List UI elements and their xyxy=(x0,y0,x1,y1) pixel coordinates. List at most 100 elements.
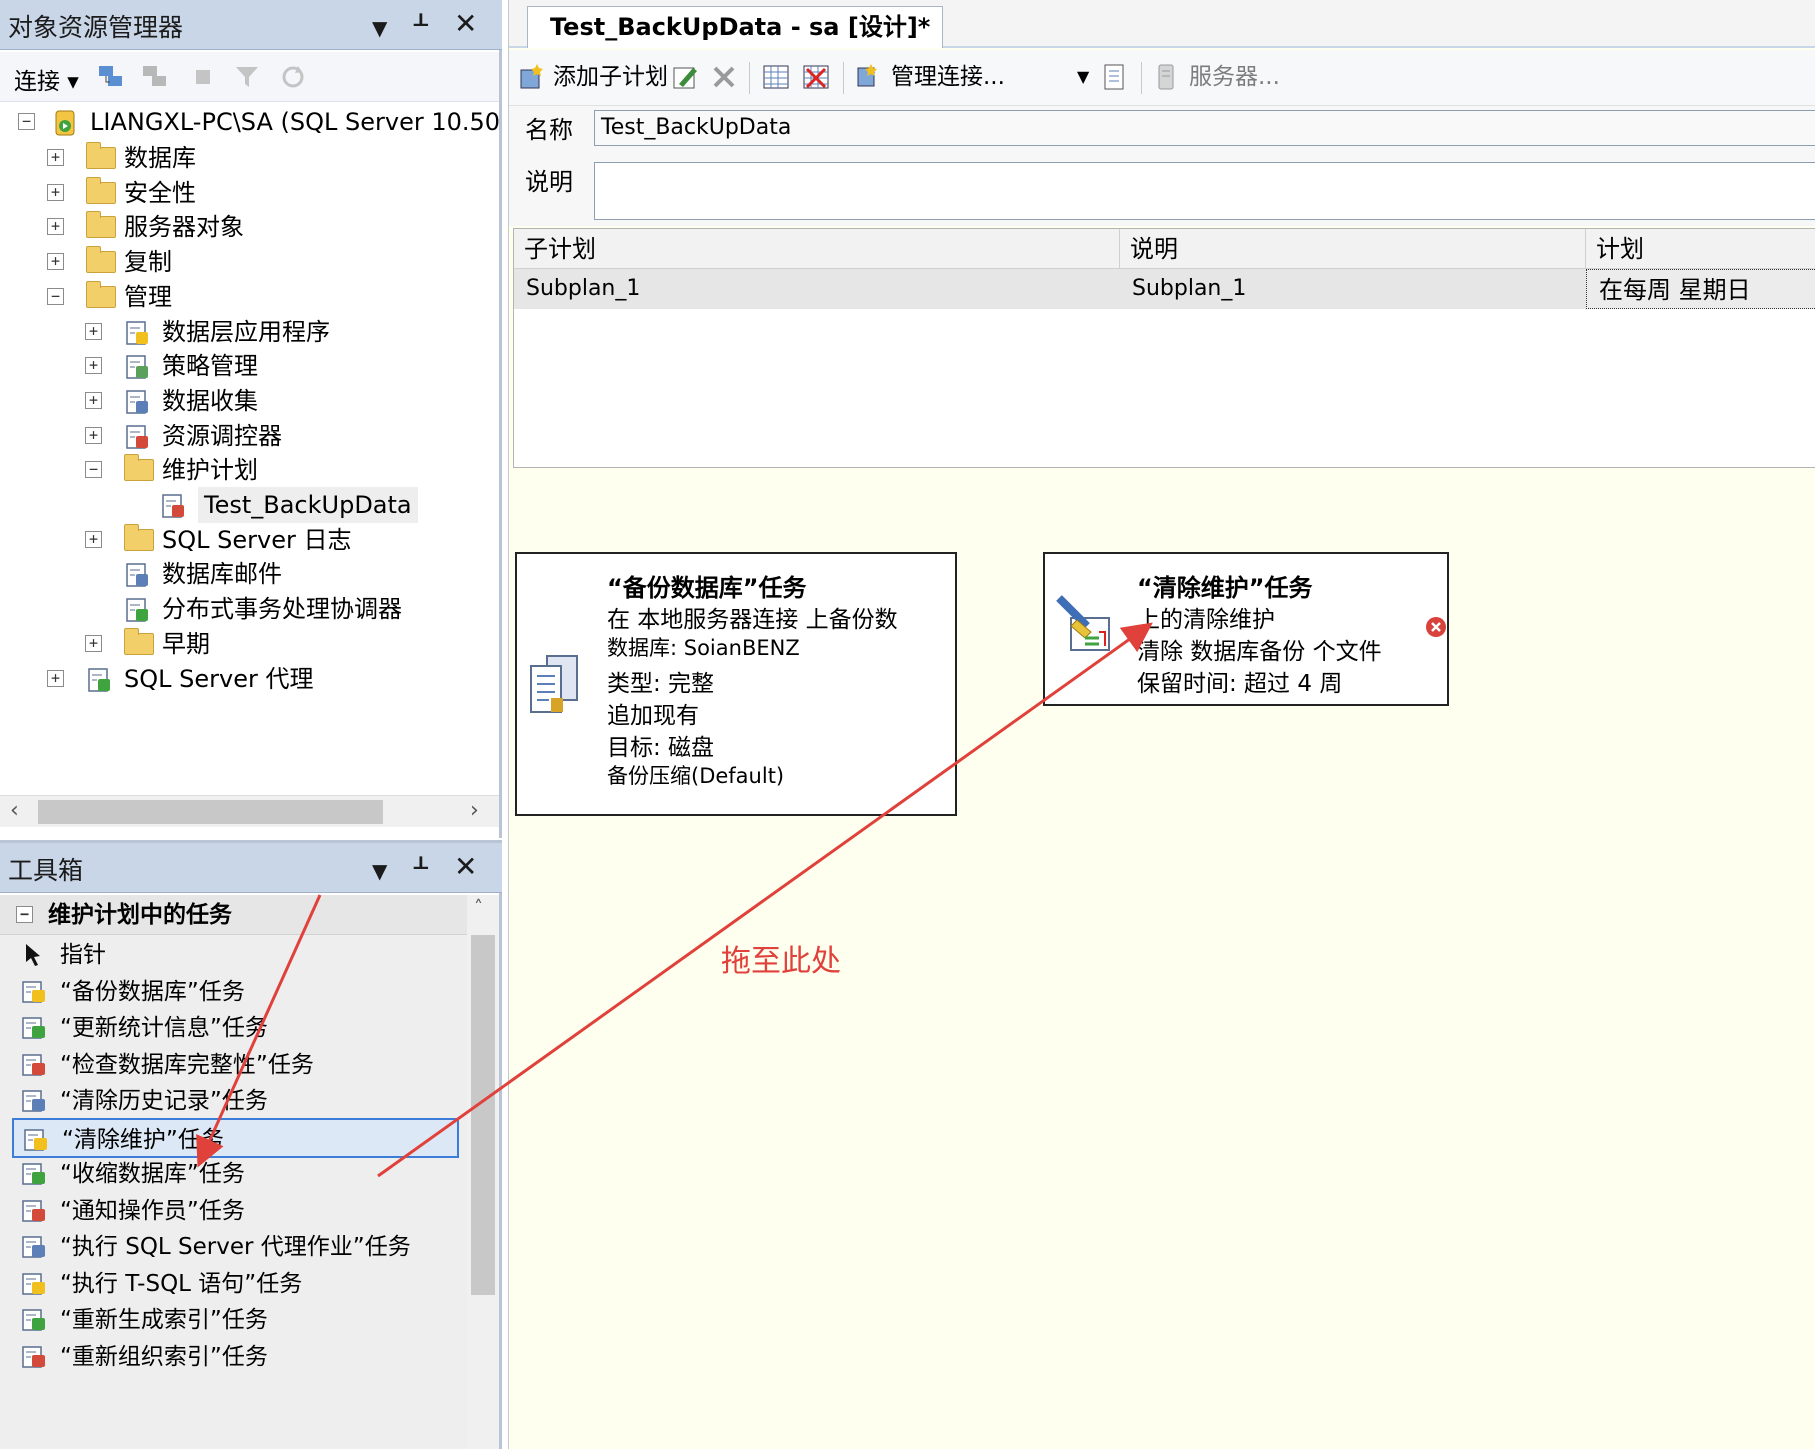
column-header-description[interactable]: 说明 xyxy=(1120,229,1586,269)
tree-node-label: 管理 xyxy=(124,282,172,311)
backup-database-task-box[interactable]: “备份数据库”任务 在 本地服务器连接 上备份数 数据库: SoianBENZ … xyxy=(515,552,957,816)
toolbox-item[interactable]: “执行 T-SQL 语句”任务 xyxy=(12,1264,459,1304)
toolbox-item[interactable]: “清除历史记录”任务 xyxy=(12,1081,459,1121)
subplan-properties-icon[interactable] xyxy=(671,62,701,92)
subplan-grid-header: 子计划 说明 计划 xyxy=(514,229,1815,269)
expand-icon[interactable]: + xyxy=(85,322,102,340)
expand-icon[interactable]: + xyxy=(85,530,102,548)
toolbox-item[interactable]: “收缩数据库”任务 xyxy=(12,1154,459,1194)
document-tabstrip: Test_BackUpData - sa [设计]* xyxy=(509,0,1815,48)
column-header-subplan[interactable]: 子计划 xyxy=(514,229,1120,269)
remove-schedule-icon[interactable] xyxy=(801,62,831,92)
scroll-right-icon[interactable]: › xyxy=(470,798,479,823)
description-field[interactable] xyxy=(594,162,1815,220)
tree-node[interactable]: + 安全性 xyxy=(0,175,499,211)
connect-object-explorer-icon[interactable] xyxy=(96,62,126,92)
tree-node[interactable]: + 复制 xyxy=(0,244,499,280)
expand-icon[interactable]: + xyxy=(85,357,102,375)
toolbox-item[interactable]: “重新组织索引”任务 xyxy=(12,1337,459,1377)
collapse-icon[interactable]: − xyxy=(18,113,35,130)
close-icon[interactable]: ✕ xyxy=(454,849,477,885)
tree-node[interactable]: 分布式事务处理协调器 xyxy=(0,591,499,627)
expand-icon[interactable]: + xyxy=(47,149,64,166)
pin-icon[interactable]: ᚆ xyxy=(414,849,428,885)
expand-icon[interactable]: + xyxy=(47,253,64,271)
disconnect-icon[interactable] xyxy=(140,62,170,92)
logging-icon[interactable] xyxy=(1099,62,1129,92)
toolbox-item[interactable]: “备份数据库”任务 xyxy=(12,972,459,1012)
maintenance-cleanup-task-box[interactable]: “清除维护”任务 上的清除维护 清除 数据库备份 个文件 保留时间: 超过 4 … xyxy=(1043,552,1449,706)
expand-icon[interactable]: + xyxy=(47,218,64,236)
expand-icon[interactable]: + xyxy=(85,426,102,444)
filter-icon[interactable] xyxy=(232,62,262,92)
column-header-schedule[interactable]: 计划 xyxy=(1586,229,1815,269)
collapse-icon[interactable]: − xyxy=(85,461,102,479)
tree-node[interactable]: + 资源调控器 xyxy=(0,418,499,454)
tree-node[interactable]: + 数据库 xyxy=(0,140,499,176)
tree-node[interactable]: + 早期 xyxy=(0,626,499,662)
tree-node-label: 策略管理 xyxy=(162,352,258,381)
tree-node[interactable]: + 服务器对象 xyxy=(0,209,499,245)
tree-node[interactable]: + 数据层应用程序 xyxy=(0,314,499,350)
toolbox-item[interactable]: “检查数据库完整性”任务 xyxy=(12,1045,459,1085)
backup-task-line: 类型: 完整 xyxy=(607,671,715,697)
expand-icon[interactable]: + xyxy=(85,634,102,652)
subplan-description-cell[interactable]: Subplan_1 xyxy=(1120,269,1586,309)
vertical-scrollbar[interactable]: ˄ xyxy=(467,895,499,1449)
tree-node[interactable]: + SQL Server 日志 xyxy=(0,522,499,558)
toolbox-item[interactable]: “更新统计信息”任务 xyxy=(12,1008,459,1048)
scrollbar-thumb[interactable] xyxy=(38,800,383,824)
dropdown-arrow-icon[interactable]: ▼ xyxy=(1077,62,1089,92)
connect-button[interactable]: 连接 ▾ xyxy=(14,62,79,96)
backup-task-line: 在 本地服务器连接 上备份数 xyxy=(607,607,898,633)
stop-icon[interactable] xyxy=(188,62,218,92)
tree-node[interactable]: − 维护计划 xyxy=(0,452,499,488)
add-subplan-icon[interactable] xyxy=(517,62,547,92)
subplan-schedule-icon[interactable] xyxy=(761,62,791,92)
scroll-left-icon[interactable]: ‹ xyxy=(10,798,19,823)
toolbox-item[interactable]: “通知操作员”任务 xyxy=(12,1191,459,1231)
maintenance-cleanup-icon xyxy=(1056,595,1110,651)
refresh-icon[interactable] xyxy=(278,62,308,92)
tree-node[interactable]: − 管理 xyxy=(0,279,499,315)
dropdown-arrow-icon[interactable]: ▼ xyxy=(372,853,387,889)
toolbox-item[interactable]: “清除维护”任务 xyxy=(12,1117,459,1158)
collapse-icon[interactable]: − xyxy=(16,906,33,923)
toolbox-item[interactable]: “执行 SQL Server 代理作业”任务 xyxy=(12,1227,459,1267)
manage-connections-button[interactable]: 管理连接... xyxy=(891,62,1005,92)
expand-icon[interactable]: + xyxy=(47,669,64,687)
subplan-schedule-cell[interactable]: 在每周 星期日 xyxy=(1586,269,1815,309)
toolbox-item[interactable]: “重新生成索引”任务 xyxy=(12,1300,459,1340)
subplan-name-cell[interactable]: Subplan_1 xyxy=(514,269,1120,309)
table-row[interactable]: Subplan_1 Subplan_1 在每周 星期日 xyxy=(514,269,1815,309)
pin-icon[interactable]: ᚆ xyxy=(414,6,428,42)
tree-node[interactable]: Test_BackUpData xyxy=(0,487,499,523)
tree-node[interactable]: + SQL Server 代理 xyxy=(0,661,499,697)
collapse-icon[interactable]: − xyxy=(47,287,64,305)
tree-node-label: 服务器对象 xyxy=(124,213,244,242)
tree-node[interactable]: + 数据收集 xyxy=(0,383,499,419)
close-icon[interactable]: ✕ xyxy=(454,6,477,42)
document-tab[interactable]: Test_BackUpData - sa [设计]* xyxy=(527,6,944,48)
scroll-up-icon[interactable]: ˄ xyxy=(474,897,483,918)
history-cleanup-icon xyxy=(22,1090,45,1112)
delete-subplan-icon[interactable] xyxy=(709,62,739,92)
folder-icon xyxy=(86,280,116,308)
horizontal-scrollbar[interactable]: ‹ › xyxy=(0,795,499,827)
toolbox-group-header[interactable]: − 维护计划中的任务 xyxy=(0,895,467,935)
toolbox-item[interactable]: 指针 xyxy=(12,935,459,975)
servers-button[interactable]: 服务器... xyxy=(1189,62,1280,92)
add-subplan-button[interactable]: 添加子计划 xyxy=(553,62,668,92)
name-field[interactable]: Test_BackUpData xyxy=(594,110,1815,146)
tree-node[interactable]: 数据库邮件 xyxy=(0,556,499,592)
expand-icon[interactable]: + xyxy=(85,391,102,409)
dropdown-arrow-icon[interactable]: ▼ xyxy=(372,10,387,46)
expand-icon[interactable]: + xyxy=(47,183,64,201)
tree-node-label: 数据收集 xyxy=(162,386,258,415)
pointer-icon xyxy=(26,944,40,966)
servers-icon[interactable] xyxy=(1151,62,1181,92)
folder-icon xyxy=(124,454,154,482)
scrollbar-thumb[interactable] xyxy=(471,935,495,1295)
manage-connections-icon[interactable] xyxy=(853,62,883,92)
tree-node[interactable]: + 策略管理 xyxy=(0,348,499,384)
